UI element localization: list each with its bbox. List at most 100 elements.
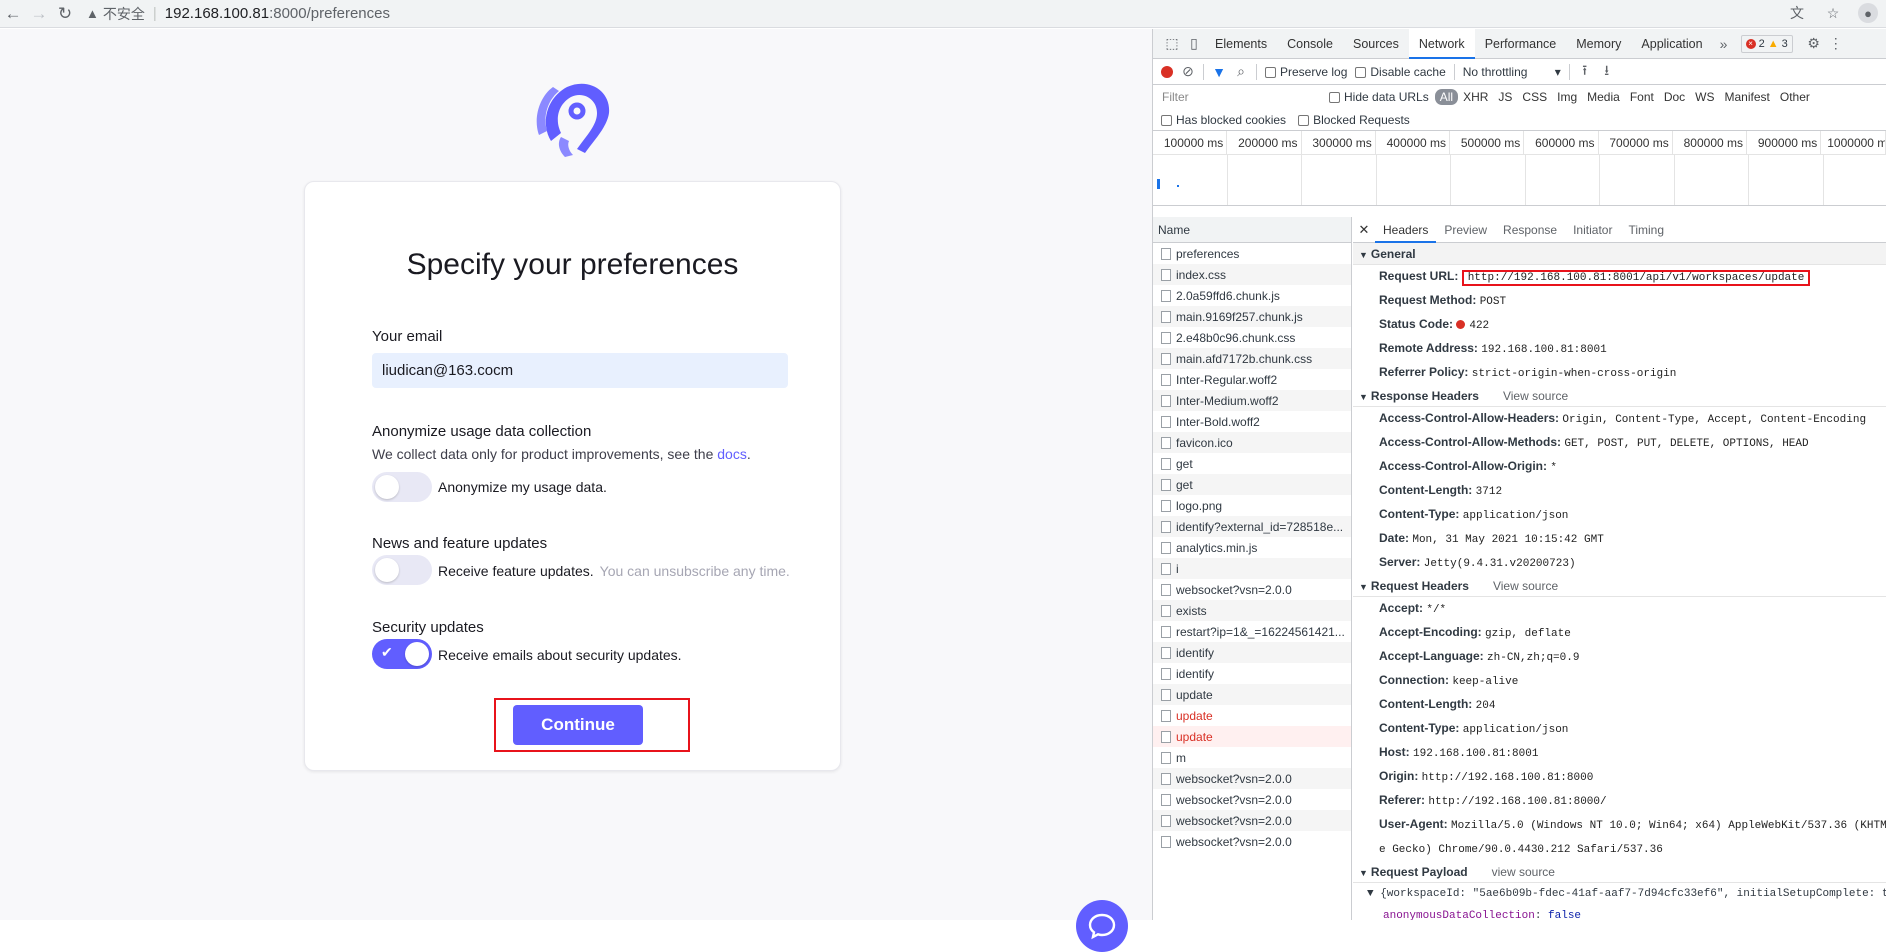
inspect-icon[interactable]: ⬚ bbox=[1161, 33, 1183, 55]
filter-type-font[interactable]: Font bbox=[1625, 89, 1659, 105]
filter-type-doc[interactable]: Doc bbox=[1659, 89, 1690, 105]
request-row[interactable]: identify bbox=[1153, 642, 1351, 663]
request-row[interactable]: get bbox=[1153, 453, 1351, 474]
security-toggle[interactable]: ✔ bbox=[372, 639, 432, 669]
request-row[interactable]: update bbox=[1153, 684, 1351, 705]
has-blocked-cookies-checkbox[interactable]: Has blocked cookies bbox=[1161, 113, 1286, 127]
filter-type-other[interactable]: Other bbox=[1775, 89, 1815, 105]
request-row[interactable]: main.9169f257.chunk.js bbox=[1153, 306, 1351, 327]
filter-input[interactable]: Filter bbox=[1161, 87, 1329, 107]
view-source-link[interactable]: View source bbox=[1493, 579, 1558, 593]
tab-console[interactable]: Console bbox=[1277, 29, 1343, 59]
email-field[interactable]: liudican@163.cocm bbox=[372, 353, 788, 388]
device-toolbar-icon[interactable]: ▯ bbox=[1183, 33, 1205, 55]
back-icon[interactable]: ← bbox=[0, 1, 26, 27]
request-headers-section-header[interactable]: ▼ Request Headers View source bbox=[1353, 575, 1886, 597]
record-icon[interactable] bbox=[1161, 65, 1173, 78]
more-tabs-icon[interactable]: » bbox=[1713, 33, 1735, 55]
continue-button[interactable]: Continue bbox=[513, 705, 643, 745]
tab-headers[interactable]: Headers bbox=[1375, 217, 1437, 243]
request-row[interactable]: websocket?vsn=2.0.0 bbox=[1153, 810, 1351, 831]
view-source-link[interactable]: view source bbox=[1492, 865, 1555, 879]
request-row[interactable]: identify?external_id=728518e... bbox=[1153, 516, 1351, 537]
docs-link[interactable]: docs bbox=[717, 446, 747, 462]
view-source-link[interactable]: View source bbox=[1503, 389, 1568, 403]
request-row[interactable]: Inter-Medium.woff2 bbox=[1153, 390, 1351, 411]
profile-avatar-icon[interactable]: ● bbox=[1858, 3, 1878, 23]
request-row[interactable]: restart?ip=1&_=16224561421... bbox=[1153, 621, 1351, 642]
request-row[interactable]: 2.e48b0c96.chunk.css bbox=[1153, 327, 1351, 348]
request-row[interactable]: update bbox=[1153, 705, 1351, 726]
preserve-log-checkbox[interactable]: Preserve log bbox=[1265, 65, 1347, 79]
tab-network[interactable]: Network bbox=[1408, 28, 1475, 59]
star-icon[interactable]: ☆ bbox=[1822, 2, 1844, 24]
toolbar-divider bbox=[1568, 63, 1570, 80]
request-row[interactable]: favicon.ico bbox=[1153, 432, 1351, 453]
forward-icon[interactable]: → bbox=[26, 1, 52, 27]
hide-data-urls-checkbox[interactable]: Hide data URLs bbox=[1329, 90, 1429, 104]
export-har-icon[interactable]: ⭳ bbox=[1600, 61, 1614, 83]
tab-elements[interactable]: Elements bbox=[1205, 29, 1277, 59]
filter-type-xhr[interactable]: XHR bbox=[1458, 89, 1493, 105]
network-overview-timeline[interactable]: 100000 ms 200000 ms 300000 ms 400000 ms … bbox=[1153, 131, 1886, 206]
request-row[interactable]: exists bbox=[1153, 600, 1351, 621]
search-icon[interactable]: ⌕ bbox=[1234, 61, 1248, 83]
issue-counts-badge[interactable]: × 2 ▲ 3 bbox=[1740, 34, 1793, 53]
request-row[interactable]: analytics.min.js bbox=[1153, 537, 1351, 558]
request-row[interactable]: logo.png bbox=[1153, 495, 1351, 516]
close-icon[interactable]: ✕ bbox=[1353, 222, 1375, 238]
request-payload-section-header[interactable]: ▼ Request Payload view source bbox=[1353, 861, 1886, 883]
request-row[interactable]: update bbox=[1153, 726, 1351, 747]
request-row[interactable]: i bbox=[1153, 558, 1351, 579]
request-row[interactable]: websocket?vsn=2.0.0 bbox=[1153, 768, 1351, 789]
kebab-menu-icon[interactable]: ⋮ bbox=[1825, 33, 1847, 55]
expand-triangle-icon[interactable]: ▼ bbox=[1367, 888, 1380, 900]
name-column-header[interactable]: Name bbox=[1153, 217, 1351, 243]
filter-type-js[interactable]: JS bbox=[1493, 89, 1517, 105]
request-row[interactable]: 2.0a59ffd6.chunk.js bbox=[1153, 285, 1351, 306]
import-har-icon[interactable]: ⭱ bbox=[1578, 61, 1592, 83]
header-row: Connection: keep-alive bbox=[1353, 669, 1886, 693]
reload-icon[interactable]: ↻ bbox=[52, 1, 78, 27]
request-row[interactable]: get bbox=[1153, 474, 1351, 495]
translate-icon[interactable]: 文 bbox=[1786, 2, 1808, 24]
tab-initiator[interactable]: Initiator bbox=[1565, 217, 1620, 243]
filter-type-img[interactable]: Img bbox=[1552, 89, 1582, 105]
filter-type-css[interactable]: CSS bbox=[1517, 89, 1552, 105]
news-toggle[interactable] bbox=[372, 555, 432, 585]
tab-sources[interactable]: Sources bbox=[1343, 29, 1409, 59]
general-section-header[interactable]: ▼ General bbox=[1353, 243, 1886, 265]
tab-memory[interactable]: Memory bbox=[1566, 29, 1631, 59]
request-row[interactable]: m bbox=[1153, 747, 1351, 768]
header-key: User-Agent: bbox=[1379, 817, 1448, 831]
filter-type-manifest[interactable]: Manifest bbox=[1720, 89, 1775, 105]
tab-application[interactable]: Application bbox=[1631, 29, 1712, 59]
filter-icon[interactable]: ▼ bbox=[1212, 61, 1226, 83]
tab-performance[interactable]: Performance bbox=[1475, 29, 1567, 59]
response-headers-section-header[interactable]: ▼ Response Headers View source bbox=[1353, 385, 1886, 407]
request-row[interactable]: websocket?vsn=2.0.0 bbox=[1153, 831, 1351, 852]
settings-gear-icon[interactable]: ⚙ bbox=[1803, 33, 1825, 55]
request-row[interactable]: identify bbox=[1153, 663, 1351, 684]
tab-preview[interactable]: Preview bbox=[1436, 217, 1495, 243]
address-bar[interactable]: ▲ 不安全 | 192.168.100.81 :8000/preferences bbox=[86, 1, 1726, 26]
blocked-requests-checkbox[interactable]: Blocked Requests bbox=[1298, 113, 1410, 127]
filter-type-all[interactable]: All bbox=[1434, 89, 1459, 105]
filter-type-ws[interactable]: WS bbox=[1690, 89, 1719, 105]
tab-response[interactable]: Response bbox=[1495, 217, 1565, 243]
request-row[interactable]: Inter-Bold.woff2 bbox=[1153, 411, 1351, 432]
request-row[interactable]: main.afd7172b.chunk.css bbox=[1153, 348, 1351, 369]
filter-type-media[interactable]: Media bbox=[1582, 89, 1625, 105]
clear-icon[interactable]: ⊘ bbox=[1181, 61, 1195, 83]
timeline-tick: 300000 ms bbox=[1302, 131, 1376, 154]
request-row[interactable]: websocket?vsn=2.0.0 bbox=[1153, 789, 1351, 810]
request-row[interactable]: websocket?vsn=2.0.0 bbox=[1153, 579, 1351, 600]
throttling-select[interactable]: No throttling ▾ bbox=[1463, 65, 1561, 79]
anonymize-toggle[interactable] bbox=[372, 472, 432, 502]
request-row[interactable]: preferences bbox=[1153, 243, 1351, 264]
disable-cache-checkbox[interactable]: Disable cache bbox=[1355, 65, 1446, 79]
chat-widget-button[interactable] bbox=[1076, 900, 1128, 952]
request-row[interactable]: index.css bbox=[1153, 264, 1351, 285]
request-row[interactable]: Inter-Regular.woff2 bbox=[1153, 369, 1351, 390]
tab-timing[interactable]: Timing bbox=[1620, 217, 1672, 243]
